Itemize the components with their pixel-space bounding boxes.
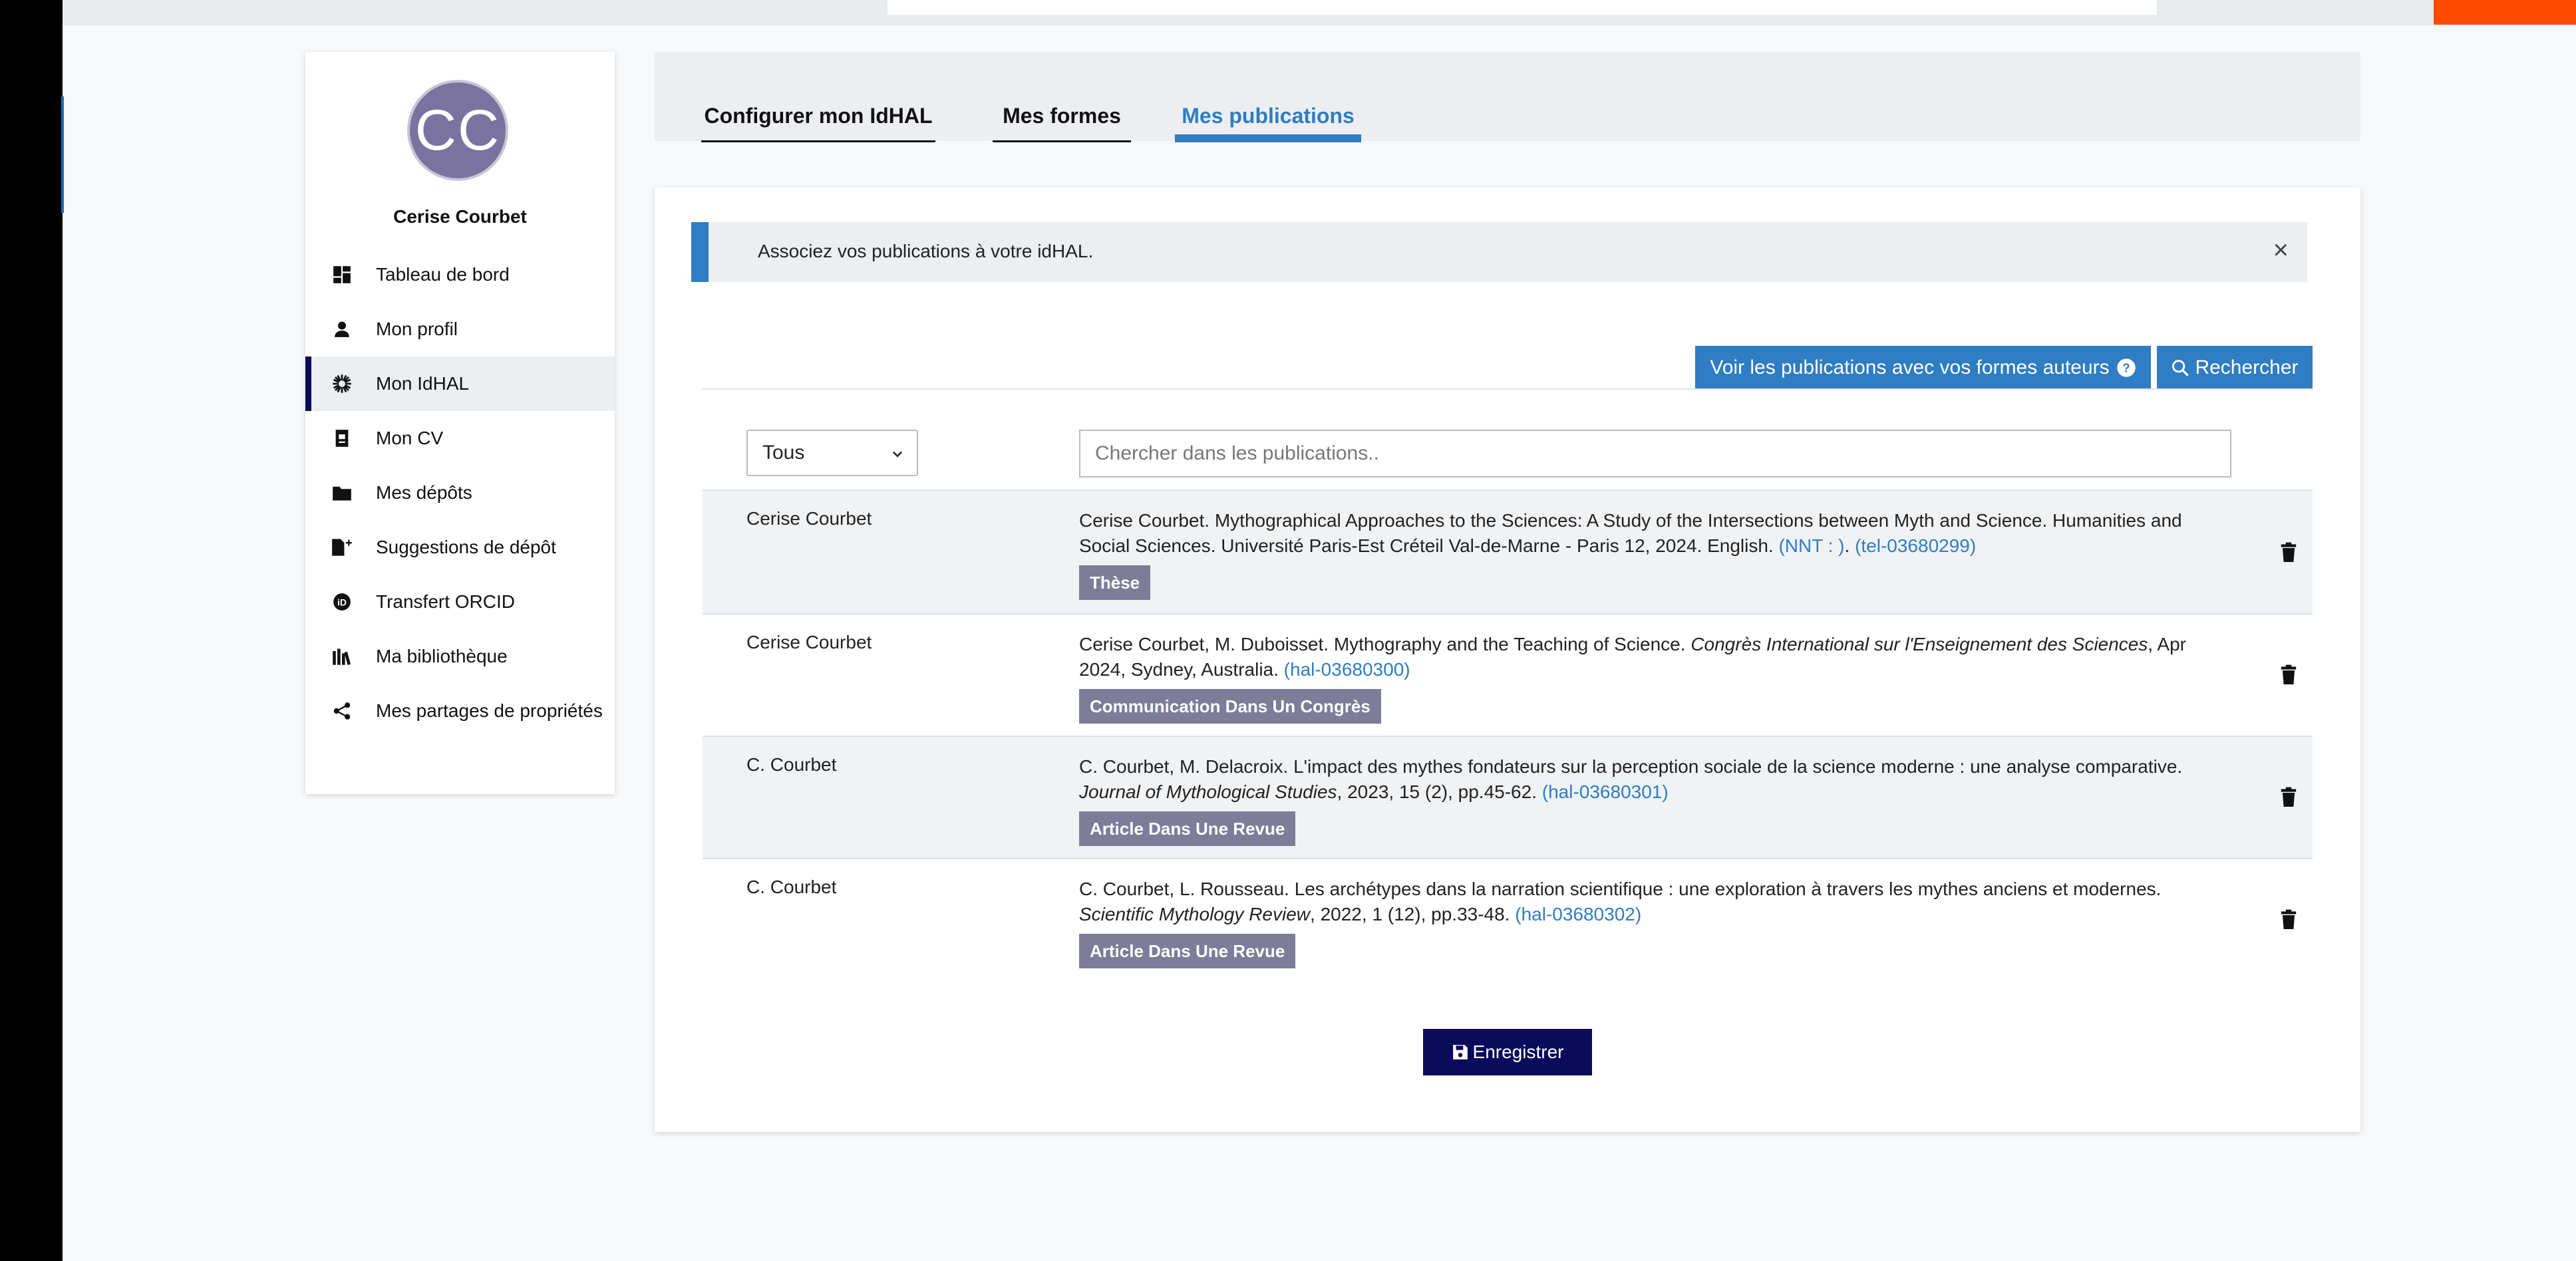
voir-publications-formes-button[interactable]: Voir les publications avec vos formes au… bbox=[1695, 346, 2151, 390]
hal-id-link[interactable]: (hal-03680301) bbox=[1542, 781, 1669, 802]
publication-citation: Cerise Courbet. Mythographical Approache… bbox=[1079, 508, 2217, 600]
sidebar-item-mes-partages[interactable]: Mes partages de propriétés bbox=[305, 684, 615, 738]
sidebar-item-label: Mon CV bbox=[376, 428, 444, 448]
user-name: Cerise Courbet bbox=[393, 206, 527, 227]
citation-venue: Journal of Mythological Studies bbox=[1079, 781, 1337, 802]
tab-configurer-mon-idhal[interactable]: Configurer mon IdHAL bbox=[701, 98, 935, 142]
sidebar-item-label: Mon IdHAL bbox=[376, 373, 470, 394]
publication-author: Cerise Courbet bbox=[746, 632, 872, 652]
table-row: Cerise Courbet Cerise Courbet, M. Dubois… bbox=[703, 613, 2313, 736]
citation-text: C. Courbet, M. Delacroix. L'impact des m… bbox=[1079, 756, 2183, 777]
citation-venue: Congrès International sur l'Enseignement… bbox=[1690, 634, 2148, 654]
rechercher-button[interactable]: Rechercher bbox=[2157, 346, 2313, 390]
close-icon[interactable]: × bbox=[2273, 234, 2289, 266]
left-dark-edge bbox=[0, 0, 63, 1261]
filter-selected-value: Tous bbox=[762, 442, 805, 464]
table-row: C. Courbet C. Courbet, M. Delacroix. L'i… bbox=[703, 736, 2313, 858]
sidebar-item-ma-bibliotheque[interactable]: Ma bibliothèque bbox=[305, 629, 615, 684]
doc-type-badge: Thèse bbox=[1079, 565, 1151, 600]
sidebar-item-mes-depots[interactable]: Mes dépôts bbox=[305, 466, 615, 520]
help-icon: ? bbox=[2116, 358, 2136, 378]
sidebar-item-tableau-de-bord[interactable]: Tableau de bord bbox=[305, 247, 615, 302]
doc-type-badge: Article Dans Une Revue bbox=[1079, 811, 1296, 846]
publication-search-input[interactable]: Chercher dans les publications.. bbox=[1079, 430, 2231, 478]
hal-id-link[interactable]: (tel-03680299) bbox=[1855, 535, 1976, 556]
avatar-initials: CC bbox=[414, 98, 501, 162]
hal-id-link[interactable]: (hal-03680300) bbox=[1284, 659, 1410, 680]
trash-icon[interactable] bbox=[2279, 786, 2298, 809]
file-plus-icon bbox=[331, 536, 353, 559]
hal-id-link[interactable]: (hal-03680302) bbox=[1515, 904, 1641, 924]
save-label: Enregistrer bbox=[1472, 1042, 1564, 1062]
sidebar-item-label: Suggestions de dépôt bbox=[376, 537, 556, 557]
trash-icon[interactable] bbox=[2279, 541, 2298, 564]
sidebar-item-label: Mes partages de propriétés bbox=[376, 700, 603, 721]
sidebar: CC Cerise Courbet Tableau de bord Mon pr… bbox=[305, 52, 615, 794]
publication-filter-select[interactable]: Tous bbox=[746, 430, 918, 476]
alert-text: Associez vos publications à votre idHAL. bbox=[758, 241, 1094, 261]
top-bar bbox=[63, 0, 2576, 25]
voir-publications-label: Voir les publications avec vos formes au… bbox=[1710, 356, 2110, 378]
dashboard-icon bbox=[331, 263, 353, 286]
top-search-field[interactable] bbox=[887, 0, 2157, 15]
sidebar-item-mon-idhal[interactable]: Mon IdHAL bbox=[305, 356, 615, 411]
publication-author: C. Courbet bbox=[746, 877, 837, 897]
library-icon bbox=[331, 645, 353, 668]
rechercher-label: Rechercher bbox=[2195, 356, 2299, 378]
folder-icon bbox=[331, 482, 353, 504]
sidebar-item-label: Mon profil bbox=[376, 319, 458, 339]
table-row: C. Courbet C. Courbet, L. Rousseau. Les … bbox=[703, 858, 2313, 978]
left-accent-bar bbox=[61, 96, 64, 213]
svg-text:iD: iD bbox=[337, 597, 347, 607]
top-orange-block bbox=[2434, 0, 2576, 25]
sidebar-item-mon-cv[interactable]: Mon CV bbox=[305, 411, 615, 466]
save-button[interactable]: Enregistrer bbox=[1423, 1029, 1592, 1075]
svg-text:?: ? bbox=[2122, 360, 2130, 374]
citation-venue: Scientific Mythology Review bbox=[1079, 904, 1311, 924]
citation-details: , 2023, 15 (2), pp.45-62. bbox=[1337, 781, 1542, 802]
sidebar-nav: Tableau de bord Mon profil Mon IdHAL Mon… bbox=[305, 247, 615, 738]
trash-icon[interactable] bbox=[2279, 664, 2298, 686]
publication-author: Cerise Courbet bbox=[746, 508, 872, 529]
search-icon bbox=[2171, 358, 2189, 377]
sidebar-item-mon-profil[interactable]: Mon profil bbox=[305, 302, 615, 356]
info-alert: Associez vos publications à votre idHAL.… bbox=[691, 222, 2307, 282]
citation-details: , 2022, 1 (12), pp.33-48. bbox=[1310, 904, 1516, 924]
sidebar-item-label: Tableau de bord bbox=[376, 264, 510, 285]
publication-citation: C. Courbet, L. Rousseau. Les archétypes … bbox=[1079, 877, 2217, 968]
idhal-icon bbox=[331, 372, 353, 395]
citation-text: Cerise Courbet. Mythographical Approache… bbox=[1079, 510, 2182, 556]
table-row: Cerise Courbet Cerise Courbet. Mythograp… bbox=[703, 490, 2313, 613]
sidebar-item-transfert-orcid[interactable]: iD Transfert ORCID bbox=[305, 575, 615, 629]
chevron-down-icon bbox=[887, 442, 907, 471]
trash-icon[interactable] bbox=[2279, 909, 2298, 931]
cv-icon bbox=[331, 427, 353, 450]
sidebar-item-label: Transfert ORCID bbox=[376, 591, 515, 612]
share-icon bbox=[331, 700, 353, 722]
tab-bar: Configurer mon IdHAL Mes formes Mes publ… bbox=[655, 52, 2360, 142]
sidebar-item-label: Ma bibliothèque bbox=[376, 646, 508, 666]
publication-citation: Cerise Courbet, M. Duboisset. Mythograph… bbox=[1079, 632, 2217, 724]
orcid-icon: iD bbox=[331, 591, 353, 613]
doc-type-badge: Communication Dans Un Congrès bbox=[1079, 689, 1381, 724]
publication-citation: C. Courbet, M. Delacroix. L'impact des m… bbox=[1079, 754, 2217, 846]
citation-text: Cerise Courbet, M. Duboisset. Mythograph… bbox=[1079, 634, 1691, 654]
citation-separator: . bbox=[1844, 535, 1855, 556]
nnt-link[interactable]: (NNT : ) bbox=[1778, 535, 1844, 556]
tab-mes-formes[interactable]: Mes formes bbox=[993, 98, 1131, 142]
toolbar-divider bbox=[703, 388, 2313, 390]
search-placeholder: Chercher dans les publications.. bbox=[1095, 442, 1379, 464]
publications-panel: Associez vos publications à votre idHAL.… bbox=[655, 188, 2360, 1132]
save-icon bbox=[1452, 1044, 1469, 1061]
doc-type-badge: Article Dans Une Revue bbox=[1079, 934, 1296, 968]
sidebar-item-suggestions-de-depot[interactable]: Suggestions de dépôt bbox=[305, 520, 615, 575]
citation-text: C. Courbet, L. Rousseau. Les archétypes … bbox=[1079, 879, 2162, 899]
sidebar-item-label: Mes dépôts bbox=[376, 482, 472, 503]
tab-mes-publications[interactable]: Mes publications bbox=[1175, 98, 1361, 142]
publication-author: C. Courbet bbox=[746, 754, 837, 775]
avatar: CC bbox=[407, 80, 508, 181]
person-icon bbox=[331, 318, 353, 341]
